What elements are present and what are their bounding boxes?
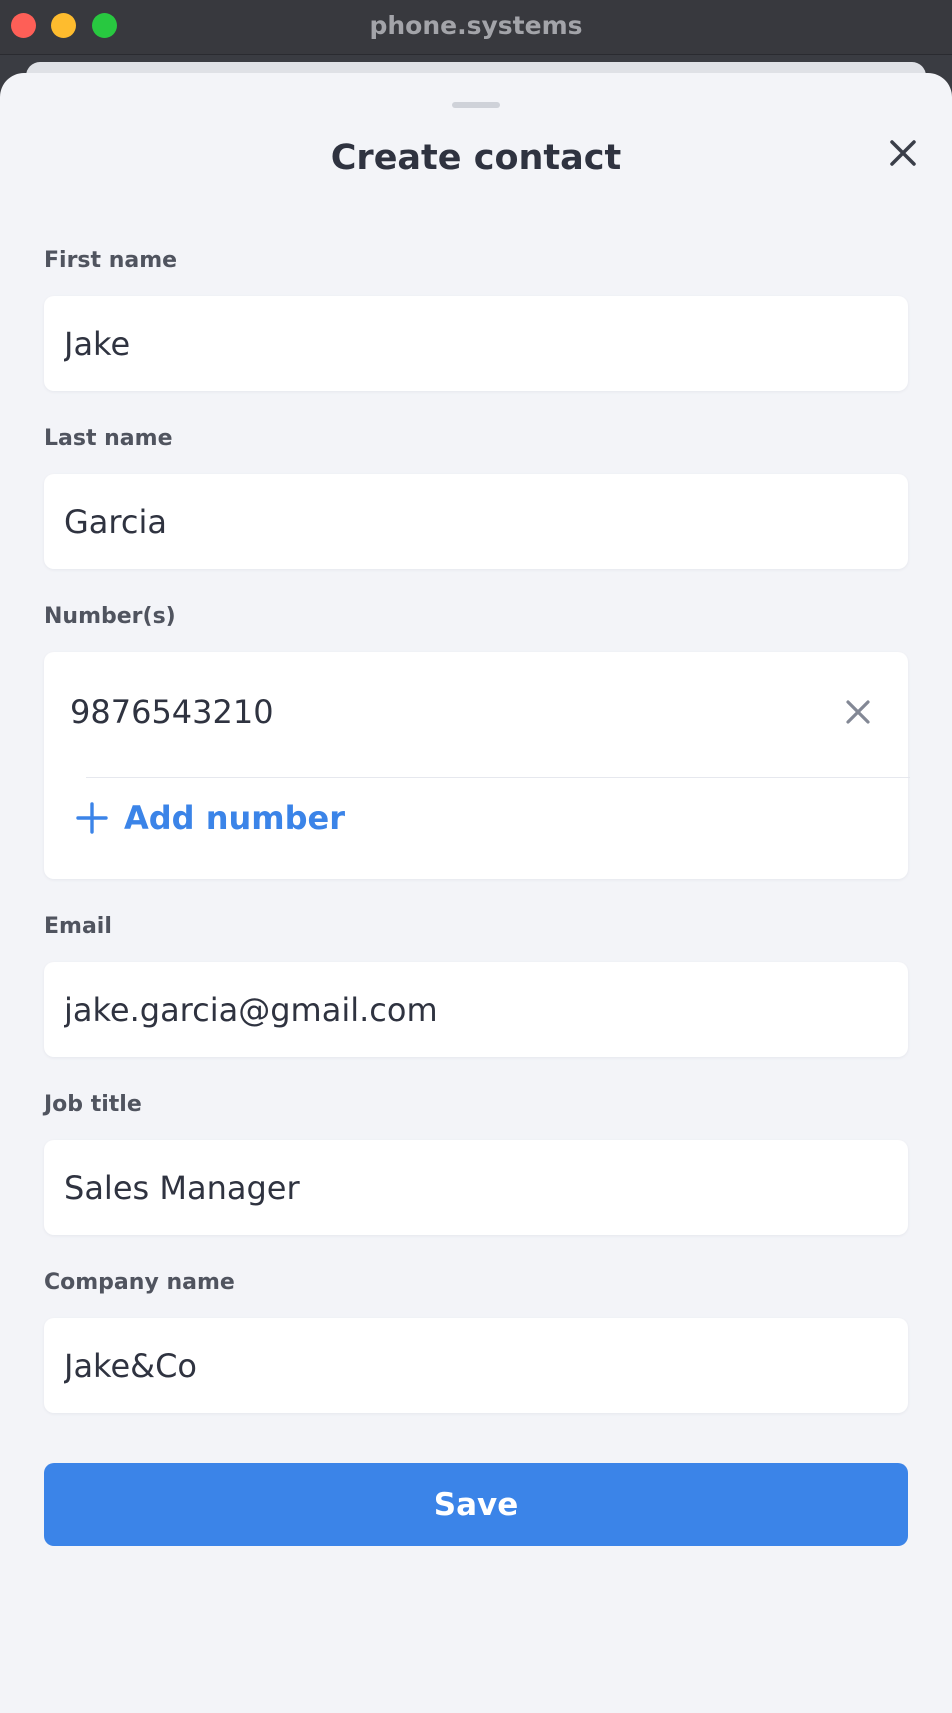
close-icon (890, 140, 916, 166)
company-name-input[interactable] (44, 1318, 908, 1413)
company-name-field-box (44, 1318, 908, 1413)
sheet-title: Create contact (330, 138, 622, 178)
last-name-label: Last name (44, 426, 173, 451)
close-button[interactable] (880, 130, 926, 176)
save-button[interactable]: Save (44, 1463, 908, 1546)
email-input[interactable] (44, 962, 908, 1057)
number-divider (86, 777, 910, 778)
first-name-label: First name (44, 248, 178, 273)
job-title-label: Job title (44, 1092, 142, 1117)
window-title: phone.systems (369, 11, 583, 40)
job-title-field-box (44, 1140, 908, 1235)
plus-icon (76, 802, 108, 834)
add-number-label: Add number (124, 799, 346, 837)
first-name-field-box (44, 296, 908, 391)
first-name-input[interactable] (44, 296, 908, 391)
last-name-input[interactable] (44, 474, 908, 569)
last-name-field-box (44, 474, 908, 569)
numbers-label: Number(s) (44, 604, 176, 629)
email-field-box (44, 962, 908, 1057)
remove-number-icon (846, 700, 870, 724)
job-title-input[interactable] (44, 1140, 908, 1235)
add-number-button[interactable]: Add number (76, 792, 345, 844)
email-label: Email (44, 914, 112, 939)
company-name-label: Company name (44, 1270, 235, 1295)
number-input[interactable] (44, 672, 804, 752)
window-titlebar: phone.systems (0, 0, 952, 55)
create-contact-sheet: Create contact First name Last name Numb… (0, 73, 952, 1713)
remove-number-button[interactable] (840, 694, 876, 730)
sheet-grabber[interactable] (452, 102, 500, 108)
numbers-field-box: Add number (44, 652, 910, 879)
